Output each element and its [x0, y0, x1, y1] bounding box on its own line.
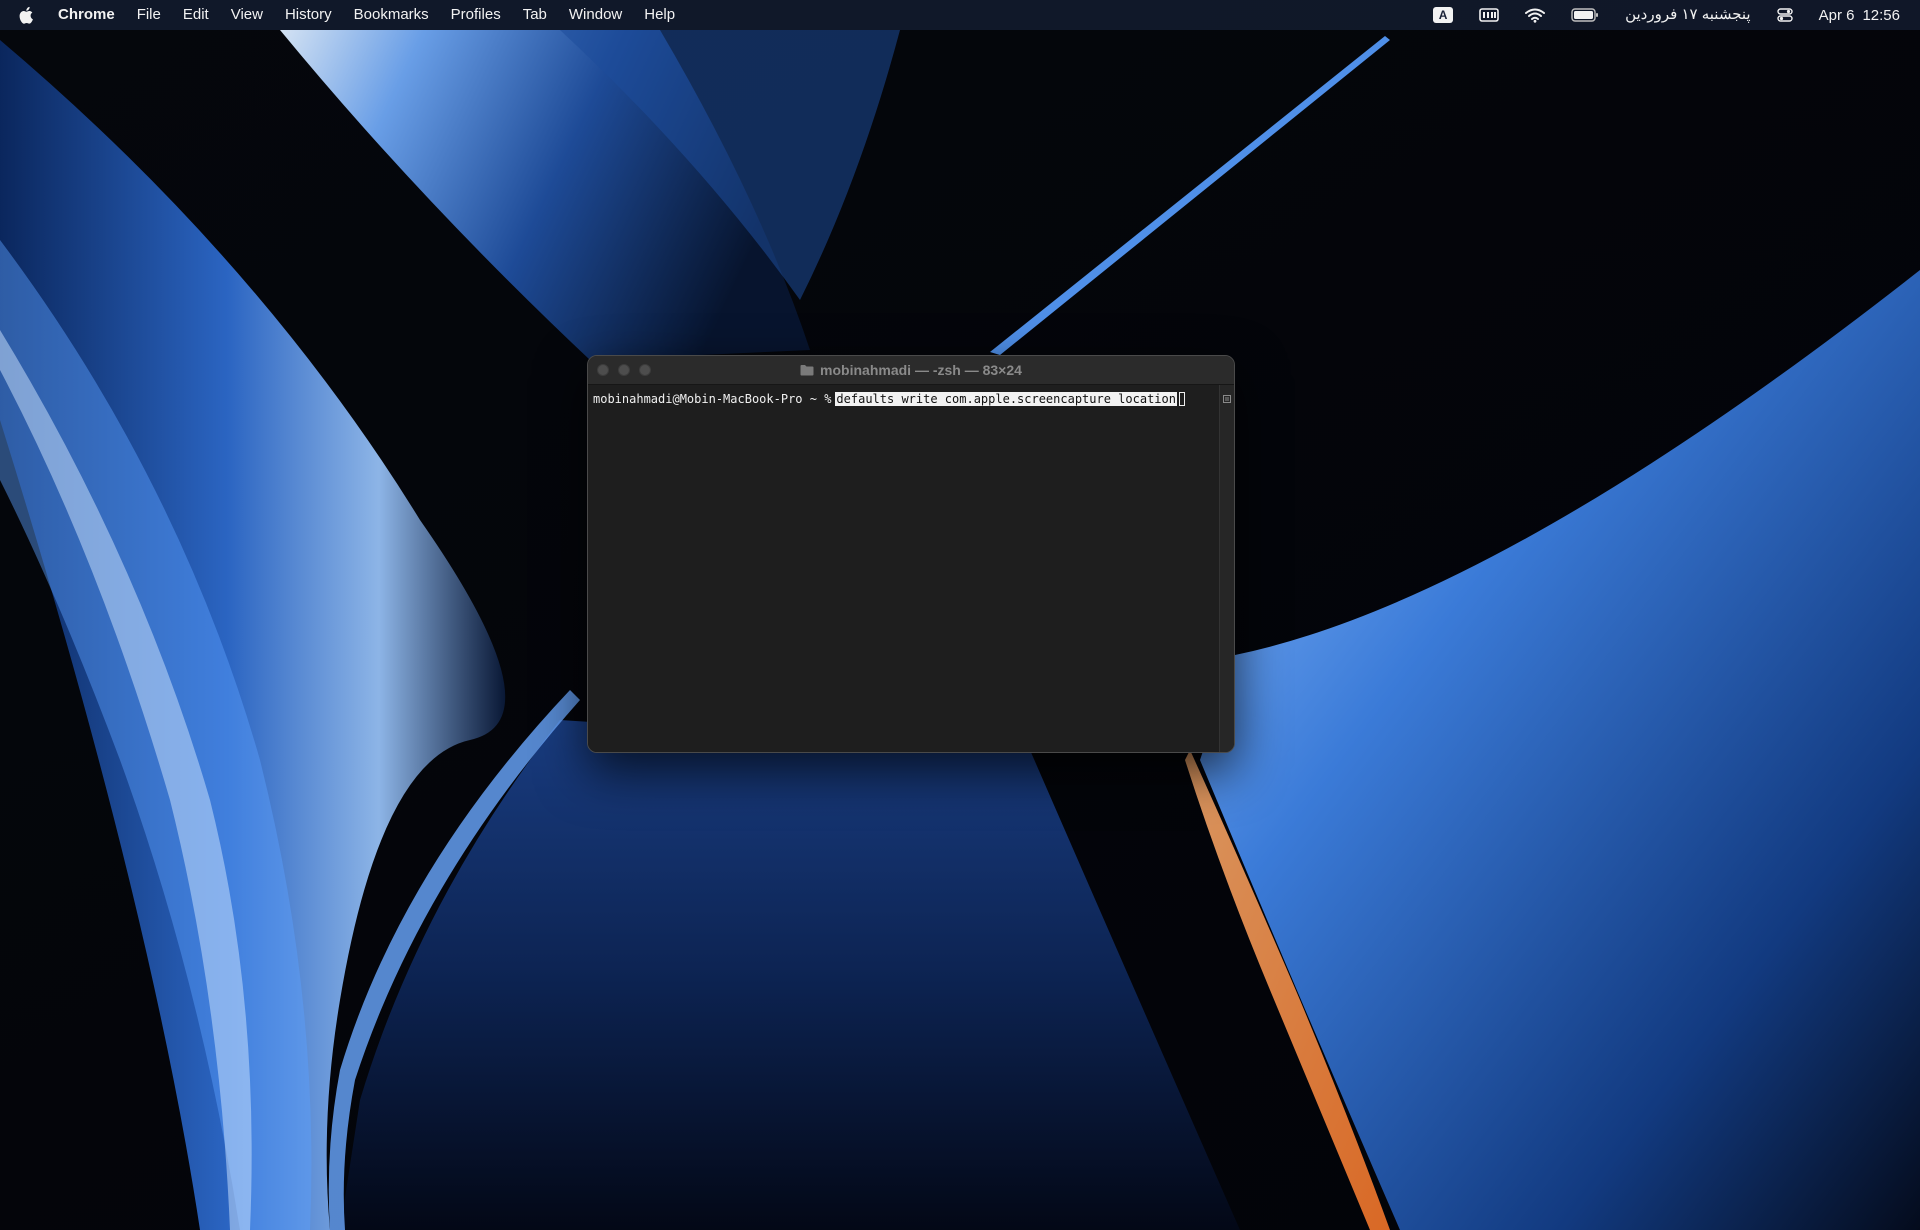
shell-prompt: mobinahmadi@Mobin-MacBook-Pro ~ %: [593, 392, 832, 406]
marks-icon[interactable]: [1223, 390, 1231, 403]
menu-profiles[interactable]: Profiles: [451, 0, 501, 30]
menu-bar-status: A پنجشنبه ۱۷ فروردین Apr 6 12:56: [1407, 0, 1920, 30]
menu-window[interactable]: Window: [569, 0, 622, 30]
persian-date[interactable]: پنجشنبه ۱۷ فروردین: [1625, 0, 1751, 30]
apple-logo-icon[interactable]: [18, 5, 36, 25]
battery-icon[interactable]: [1571, 0, 1599, 30]
window-controls: [588, 364, 660, 376]
menu-edit[interactable]: Edit: [183, 0, 209, 30]
text-cursor: [1178, 392, 1185, 406]
menu-view[interactable]: View: [231, 0, 263, 30]
terminal-scrollbar[interactable]: [1219, 385, 1234, 752]
wifi-icon[interactable]: [1525, 0, 1546, 30]
menu-help[interactable]: Help: [644, 0, 675, 30]
menu-bar: Chrome File Edit View History Bookmarks …: [0, 0, 1920, 30]
input-source-indicator[interactable]: A: [1433, 0, 1454, 30]
clock-time[interactable]: 12:56: [1862, 7, 1900, 24]
close-button[interactable]: [597, 364, 609, 376]
terminal-command-line[interactable]: mobinahmadi@Mobin-MacBook-Pro ~ % default…: [593, 391, 1185, 407]
input-source-label: A: [1433, 7, 1454, 23]
terminal-window[interactable]: mobinahmadi — -zsh — 83×24 mobinahmadi@M…: [587, 355, 1235, 753]
menu-history[interactable]: History: [285, 0, 332, 30]
menu-app-name[interactable]: Chrome: [58, 0, 115, 30]
zoom-button[interactable]: [639, 364, 651, 376]
control-center-icon[interactable]: [1776, 0, 1793, 30]
terminal-content[interactable]: mobinahmadi@Mobin-MacBook-Pro ~ % default…: [588, 385, 1234, 752]
keyboard-icon[interactable]: [1479, 0, 1499, 30]
menu-tab[interactable]: Tab: [523, 0, 547, 30]
menu-bookmarks[interactable]: Bookmarks: [354, 0, 429, 30]
minimize-button[interactable]: [618, 364, 630, 376]
window-title: mobinahmadi — -zsh — 83×24: [820, 362, 1022, 378]
folder-icon: [800, 364, 814, 376]
window-title-group: mobinahmadi — -zsh — 83×24: [588, 356, 1234, 384]
terminal-titlebar[interactable]: mobinahmadi — -zsh — 83×24: [588, 356, 1234, 385]
menu-bar-left: Chrome File Edit View History Bookmarks …: [0, 0, 697, 30]
menu-file[interactable]: File: [137, 0, 161, 30]
typed-command[interactable]: defaults write com.apple.screencapture l…: [835, 392, 1177, 406]
clock-date[interactable]: Apr 6: [1819, 7, 1855, 24]
